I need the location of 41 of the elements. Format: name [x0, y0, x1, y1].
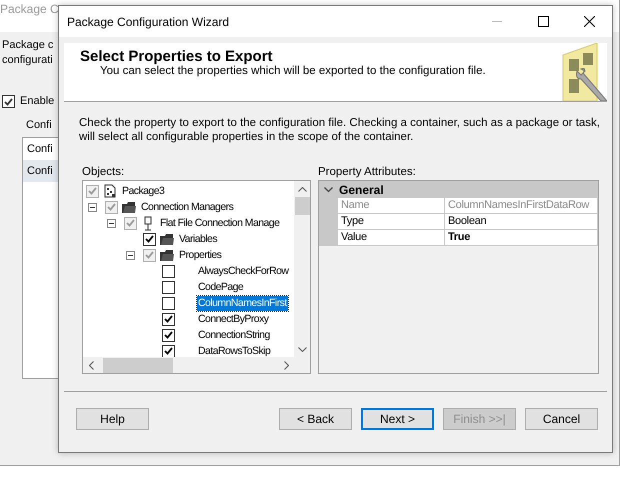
checkbox-label: Enable: [20, 94, 54, 109]
enable-checkbox[interactable]: [2, 95, 15, 108]
objects-label: Objects:: [82, 166, 126, 178]
scroll-right-icon[interactable]: [284, 360, 288, 370]
vertical-scrollbar[interactable]: [294, 181, 310, 357]
package-icon: [104, 184, 116, 198]
attributes-label: Property Attributes:: [318, 166, 417, 178]
dialog-button[interactable]: < Back: [279, 408, 352, 430]
list-item[interactable]: Confi: [23, 160, 58, 182]
scroll-down-icon[interactable]: [298, 346, 306, 352]
maximize-icon[interactable]: [538, 16, 548, 27]
scrollbar-thumb[interactable]: [103, 358, 173, 372]
list-label: Confi: [26, 119, 52, 131]
description-text: Package c: [2, 38, 54, 53]
dialog-button[interactable]: Next >: [361, 408, 434, 430]
horizontal-scrollbar[interactable]: [83, 357, 294, 373]
instructions-text: Check the property to export to the configuration file. Checking a container, such as a package or task, will select all configurable properties in the scope of the container.: [79, 116, 601, 144]
scroll-up-icon[interactable]: [298, 186, 306, 192]
window-title: Package C: [0, 2, 59, 16]
property-name: Name: [338, 198, 445, 214]
close-icon[interactable]: [584, 16, 594, 27]
description-text: configurati: [2, 53, 53, 68]
window-title: Package Configuration Wizard: [67, 14, 230, 28]
folder-icon: [160, 249, 174, 261]
scrollbar-thumb[interactable]: [294, 197, 310, 215]
category-name: General: [339, 182, 384, 196]
page-subtitle: You can select the properties which will be exported to the configuration file.: [99, 65, 487, 77]
connection-icon: [144, 216, 152, 230]
dialog-button[interactable]: Cancel: [525, 408, 598, 430]
collapse-chevron-icon[interactable]: [324, 186, 333, 192]
page-title: Select Properties to Export: [80, 48, 274, 65]
folder-icon: [160, 233, 174, 245]
property-name: Value: [338, 230, 445, 246]
property-value: True: [445, 230, 598, 246]
property-value: Boolean: [445, 214, 598, 230]
folder-icon: [122, 201, 136, 213]
scroll-left-icon[interactable]: [88, 360, 94, 370]
check-mark-icon: [4, 98, 13, 106]
property-value: ColumnNamesInFirstDataRow: [445, 198, 598, 214]
dialog-button[interactable]: Help: [76, 408, 149, 430]
property-name: Type: [338, 214, 445, 230]
